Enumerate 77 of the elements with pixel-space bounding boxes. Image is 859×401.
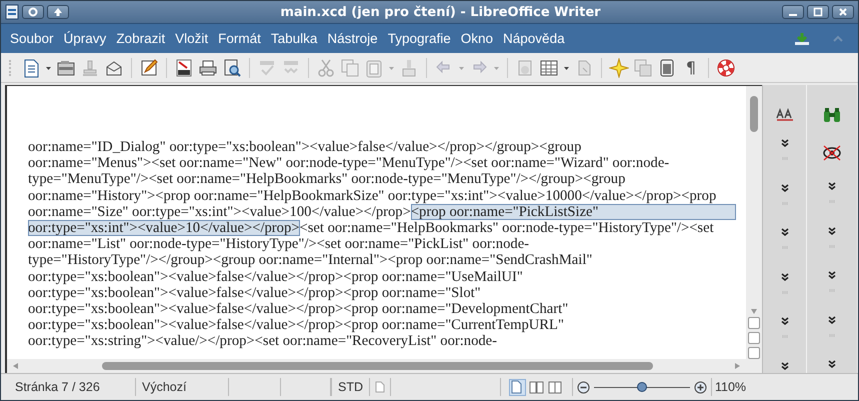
double-chevron-icon[interactable]	[780, 362, 788, 370]
menu-button[interactable]	[22, 5, 44, 19]
book-view-icon[interactable]	[547, 378, 564, 396]
zoom-level[interactable]: 110%	[712, 378, 752, 396]
table-icon[interactable]	[539, 58, 559, 78]
lifebuoy-icon[interactable]	[716, 58, 736, 78]
menu-item[interactable]: Okno	[456, 31, 498, 46]
text-line: type="MenuType"/><set oor:name="HelpBookmarks" oor:node-type="MenuType"/></group><group	[28, 171, 626, 188]
menu-item[interactable]: Nástroje	[322, 31, 383, 46]
font-size-icon[interactable]	[776, 107, 794, 121]
text-line: oor:name="List" oor:node-type="HistoryType"/><set oor:name="PickList" oor:node-	[28, 236, 530, 252]
text-line: <set oor:name="HelpBookmarks" oor:node-type="HistoryType"/><set	[300, 220, 714, 236]
text-line: type="HistoryType"/></group><group oor:name="Internal"><prop oor:name="SendCrashMail"	[28, 252, 592, 268]
zoom-out-icon[interactable]	[577, 380, 590, 394]
multi-page-view-icon[interactable]	[528, 378, 545, 396]
menu-item[interactable]: Vložit	[170, 31, 214, 46]
download-icon[interactable]	[794, 32, 810, 46]
next-page-button[interactable]	[748, 347, 760, 359]
page-style: Výchozí	[136, 378, 229, 396]
double-chevron-icon[interactable]	[828, 182, 836, 190]
double-chevron-icon[interactable]	[780, 228, 788, 236]
double-chevron-icon[interactable]	[780, 272, 788, 280]
single-page-view-icon[interactable]	[509, 378, 526, 396]
menu-item[interactable]: Typografie	[382, 31, 456, 46]
star-icon[interactable]	[609, 58, 629, 78]
menu-item[interactable]: Nápověda	[498, 31, 570, 46]
printer-icon[interactable]	[198, 58, 218, 78]
text-line: oor:name="Menus"><set oor:name="New" oor:node-type="MenuType"/><set oor:name="Wizard" oor:node-	[28, 155, 670, 172]
print-preview-icon[interactable]	[222, 58, 242, 78]
app-icon	[5, 4, 19, 20]
double-chevron-icon[interactable]	[780, 139, 788, 147]
text-line: oor:type="xs:boolean"><value>false</value></prop><prop oor:name="DevelopmentChart"	[28, 300, 568, 318]
raise-button[interactable]	[47, 5, 69, 19]
menu-item[interactable]: Úpravy	[58, 31, 112, 46]
maximize-icon	[813, 7, 823, 17]
text-line: oor:type="xs:boolean"><value>false</value></prop><prop oor:name="UseMailUI"	[28, 268, 523, 285]
pilcrow-button[interactable]: ¶	[681, 58, 701, 77]
minimize-button[interactable]	[782, 5, 804, 19]
menu-item[interactable]: Tabulka	[266, 31, 322, 46]
menu-item[interactable]: Formát	[213, 31, 266, 46]
menu-item[interactable]: Zobrazit	[111, 31, 170, 46]
text-line: oor:name="Size" oor:type="xs:int"><value>100</value></prop>	[28, 204, 411, 220]
binoculars-icon[interactable]	[823, 107, 841, 123]
zoom-slider[interactable]	[594, 381, 690, 393]
text-line: oor:type="xs:boolean"><value>false</value></prop><prop oor:name="Slot"	[28, 284, 481, 301]
previous-page-button[interactable]	[748, 317, 760, 329]
navigator-button[interactable]	[748, 332, 760, 344]
double-chevron-icon[interactable]	[828, 316, 836, 324]
selection-mode[interactable]: STD	[331, 378, 370, 396]
close-button[interactable]	[832, 5, 854, 19]
double-chevron-icon[interactable]	[780, 184, 788, 192]
scrollbar-thumb[interactable]	[102, 362, 653, 370]
zoom-in-icon[interactable]	[694, 380, 707, 394]
pencil-icon[interactable]	[139, 58, 159, 78]
menu-item[interactable]: Soubor	[5, 31, 59, 46]
text-line: oor:type="xs:boolean"><value>false</value></prop><prop oor:name="CurrentTempURL"	[28, 317, 564, 334]
up-arrow-icon	[53, 7, 63, 17]
text-line: oor:name="History"><prop oor:name="HelpBookmarkSize" oor:type="xs:int"><value>10000</value></prop><prop	[28, 188, 716, 204]
minimize-icon	[789, 14, 797, 16]
double-chevron-icon[interactable]	[828, 360, 836, 368]
document-icon	[375, 381, 385, 393]
circle-icon	[28, 7, 38, 17]
pdf-icon[interactable]	[174, 58, 194, 78]
slider-thumb[interactable]	[637, 382, 647, 392]
no-preview-icon[interactable]	[822, 145, 842, 161]
text-line: oor:type="xs:string"><value/></prop><set oor:name="RecoveryList" oor:node-	[28, 333, 498, 350]
selected-text: oor:type="xs:int"><value>10</value></prop>	[28, 220, 300, 236]
text-line: oor:name="ID_Dialog" oor:type="xs:boolean"><value>false</value></prop></group><group	[28, 139, 582, 156]
maximize-button[interactable]	[807, 5, 829, 19]
window-title: main.xcd (jen pro čtení) - LibreOffice Writer	[279, 4, 602, 20]
double-chevron-icon[interactable]	[828, 226, 836, 234]
close-icon	[838, 7, 848, 17]
double-chevron-icon[interactable]	[828, 271, 836, 279]
selected-text: <prop oor:name="PickListSize"	[410, 204, 736, 220]
scrollbar-thumb[interactable]	[750, 96, 758, 132]
page-indicator: Stránka 7 / 326	[1, 378, 136, 396]
double-chevron-icon[interactable]	[780, 317, 788, 325]
